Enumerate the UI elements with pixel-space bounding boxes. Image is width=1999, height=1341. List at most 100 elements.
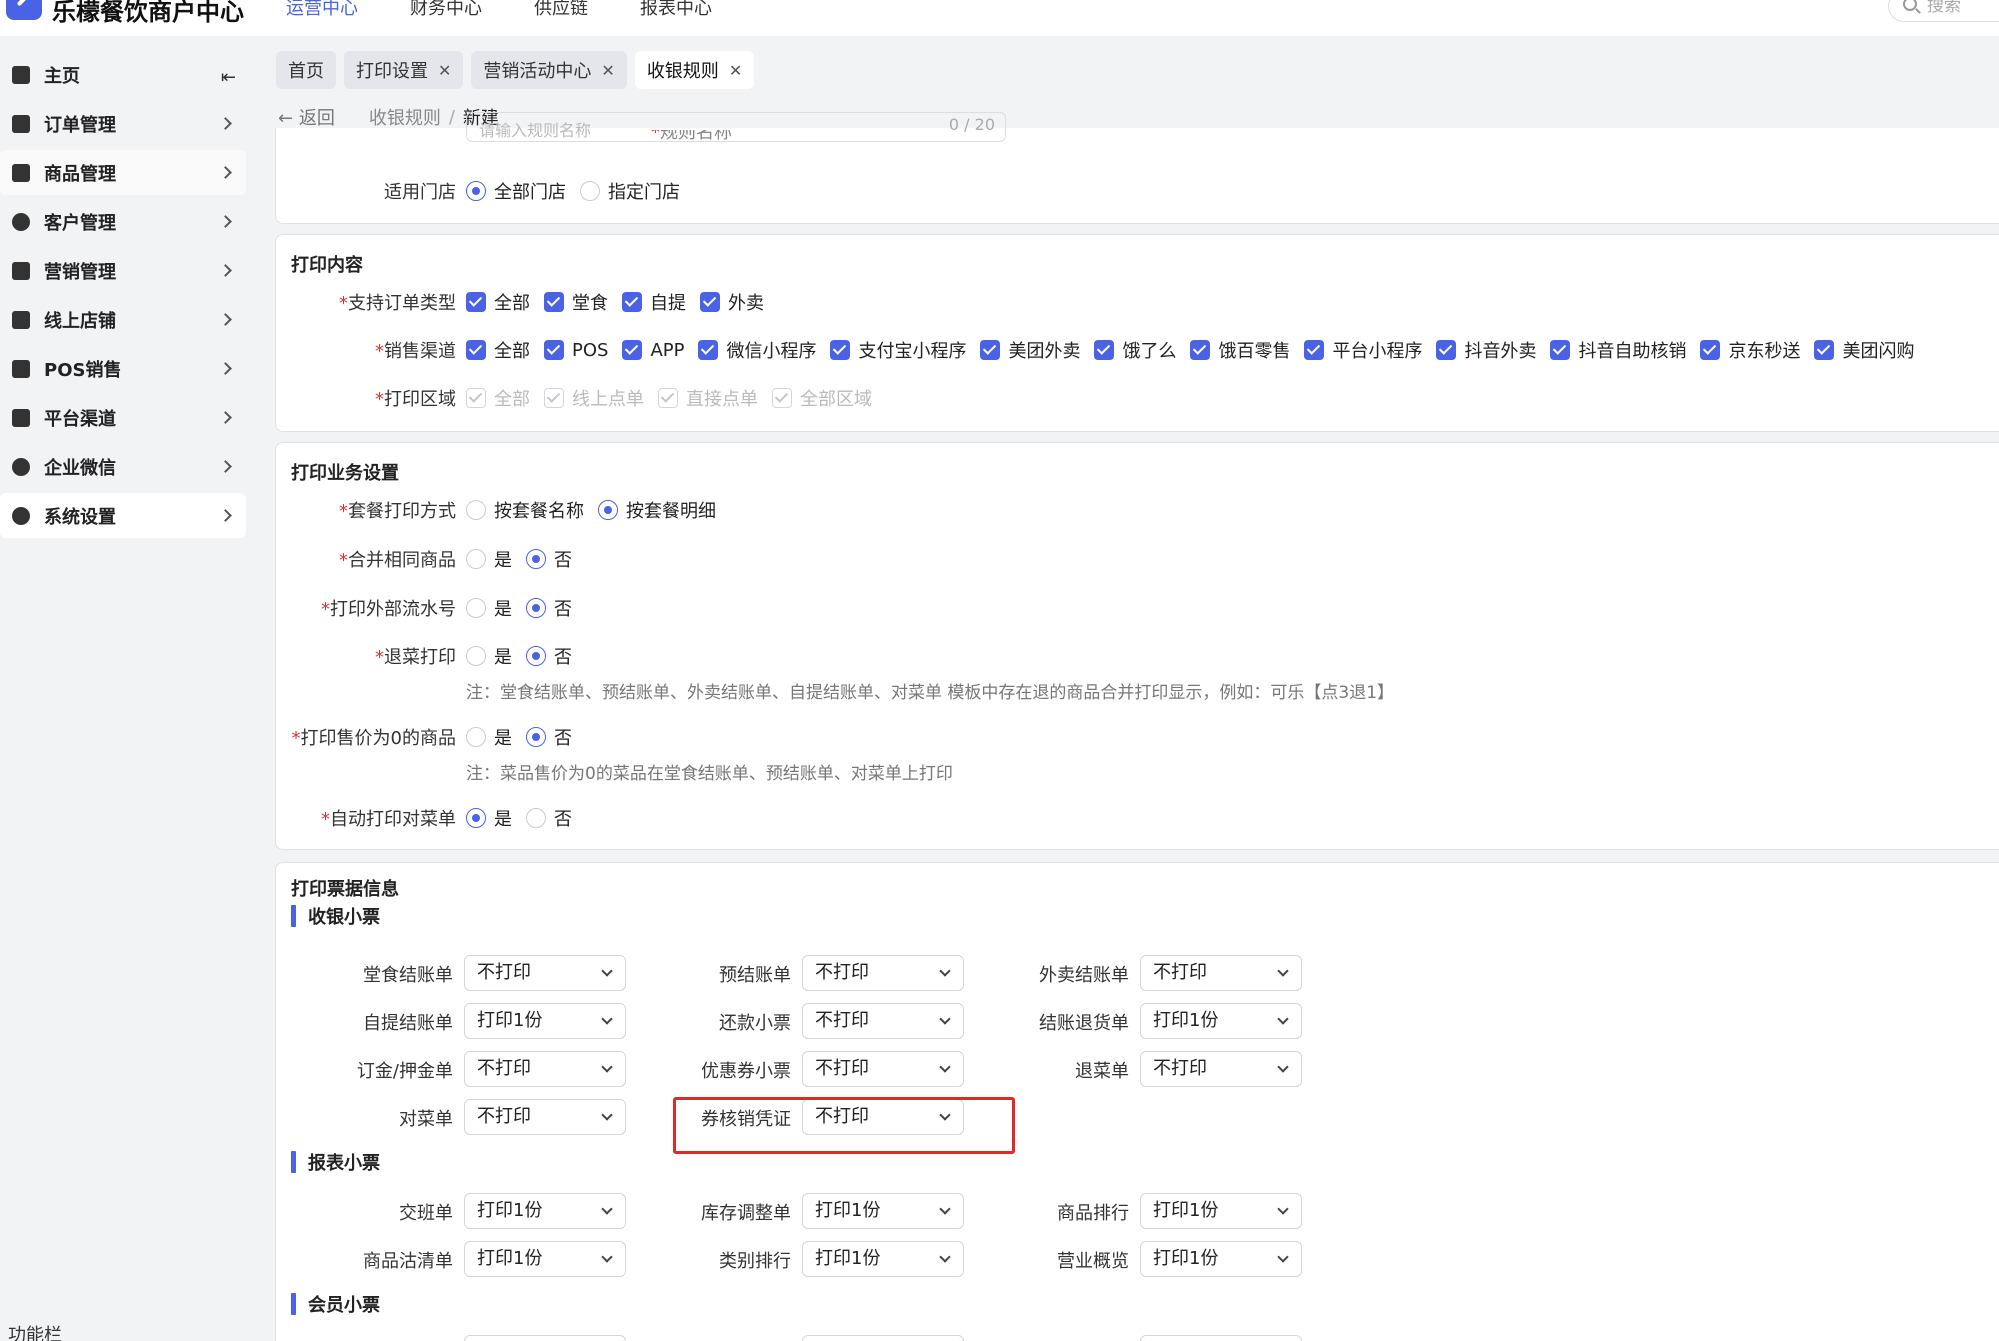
back-button[interactable]: ← 返回 bbox=[278, 104, 335, 130]
store-option-all[interactable]: 全部门店 bbox=[466, 178, 566, 204]
tab-home[interactable]: 首页 bbox=[276, 51, 336, 89]
option-no[interactable]: 否 bbox=[526, 643, 572, 669]
checkbox-checked[interactable] bbox=[1436, 340, 1457, 360]
sidebar-item-customers[interactable]: 客户管理 bbox=[0, 199, 246, 244]
checkbox-checked[interactable] bbox=[622, 292, 642, 312]
checkbox-checked[interactable] bbox=[466, 340, 486, 360]
option-no[interactable]: 否 bbox=[526, 724, 572, 750]
sidebar-item-wecom[interactable]: 企业微信 bbox=[0, 444, 246, 489]
tab-marketing-center[interactable]: 营销活动中心 ✕ bbox=[471, 51, 627, 89]
channel-option[interactable]: APP bbox=[622, 340, 684, 361]
combo-by-name[interactable]: 按套餐名称 bbox=[466, 497, 584, 523]
radio-checked[interactable] bbox=[526, 646, 546, 666]
channel-option[interactable]: 美团外卖 bbox=[980, 337, 1080, 363]
option-yes[interactable]: 是 bbox=[466, 595, 512, 621]
checkbox-checked[interactable] bbox=[980, 340, 1001, 360]
radio-checked[interactable] bbox=[598, 500, 618, 520]
function-bar-label[interactable]: 功能栏 bbox=[8, 1321, 62, 1341]
sidebar-item-marketing[interactable]: 营销管理 bbox=[0, 248, 246, 293]
ticket-label: 商品沽清单 bbox=[363, 1251, 453, 1272]
channel-option[interactable]: 微信小程序 bbox=[698, 337, 816, 363]
ticket-return-bill-select[interactable]: 打印1份 bbox=[1140, 1003, 1302, 1039]
sidebar-item-online-store[interactable]: 线上店铺 bbox=[0, 297, 246, 342]
option-no[interactable]: 否 bbox=[526, 805, 572, 831]
channel-option[interactable]: POS bbox=[544, 340, 608, 361]
checkbox-checked[interactable] bbox=[544, 340, 564, 360]
ticket-label: 外卖结账单 bbox=[1039, 965, 1129, 986]
rule-name-input[interactable]: 请输入规则名称 0 / 20 bbox=[466, 112, 1006, 142]
member-ticket-select[interactable] bbox=[802, 1335, 964, 1341]
checkbox-checked[interactable] bbox=[700, 292, 720, 312]
tab-print-settings[interactable]: 打印设置 ✕ bbox=[344, 51, 464, 89]
radio-unchecked[interactable] bbox=[526, 808, 546, 828]
member-ticket-select[interactable] bbox=[464, 1335, 626, 1341]
topnav-supply-chain[interactable]: 供应链 bbox=[534, 0, 588, 20]
checkbox-checked[interactable] bbox=[1814, 340, 1835, 360]
order-type-pickup[interactable]: 自提 bbox=[622, 289, 686, 315]
sidebar-item-goods[interactable]: 商品管理 bbox=[0, 150, 246, 195]
radio-unchecked[interactable] bbox=[466, 598, 486, 618]
channel-option[interactable]: 饿百零售 bbox=[1190, 337, 1290, 363]
sidebar-item-pos[interactable]: POS销售 bbox=[0, 346, 246, 391]
checkbox-checked[interactable] bbox=[622, 340, 643, 360]
option-yes[interactable]: 是 bbox=[466, 805, 512, 831]
ticket-goods-rank-select[interactable]: 打印1份 bbox=[1140, 1193, 1302, 1229]
ticket-delivery-bill-select[interactable]: 不打印 bbox=[1140, 955, 1302, 991]
auto-print-radio-group: 是 否 bbox=[466, 805, 586, 831]
sidebar-item-settings[interactable]: 系统设置 bbox=[0, 493, 246, 538]
tab-cashier-rules[interactable]: 收银规则 ✕ bbox=[634, 51, 755, 89]
sidebar-item-orders[interactable]: 订单管理 bbox=[0, 101, 246, 146]
close-icon[interactable]: ✕ bbox=[438, 61, 451, 80]
sidebar-item-platform[interactable]: 平台渠道 bbox=[0, 395, 246, 440]
radio-unchecked[interactable] bbox=[466, 727, 486, 747]
checkbox-checked[interactable] bbox=[544, 292, 564, 312]
order-type-dine-in[interactable]: 堂食 bbox=[544, 289, 608, 315]
checkbox-checked[interactable] bbox=[830, 340, 851, 360]
channel-option[interactable]: 抖音外卖 bbox=[1436, 337, 1536, 363]
topnav-operations[interactable]: 运营中心 bbox=[286, 0, 358, 20]
close-icon[interactable]: ✕ bbox=[729, 61, 742, 80]
radio-checked[interactable] bbox=[466, 181, 486, 201]
radio-unchecked[interactable] bbox=[466, 549, 486, 569]
radio-checked[interactable] bbox=[526, 549, 546, 569]
order-type-delivery[interactable]: 外卖 bbox=[700, 289, 764, 315]
radio-unchecked[interactable] bbox=[580, 181, 600, 201]
channel-option[interactable]: 饿了么 bbox=[1094, 337, 1176, 363]
store-option-specific[interactable]: 指定门店 bbox=[580, 178, 680, 204]
member-ticket-select[interactable] bbox=[1140, 1335, 1302, 1341]
search-input[interactable]: 搜索 bbox=[1888, 0, 1999, 22]
collapse-sidebar-icon[interactable]: ⇤ bbox=[221, 67, 236, 88]
checkbox-checked[interactable] bbox=[1094, 340, 1115, 360]
channel-option[interactable]: 京东秒送 bbox=[1700, 337, 1800, 363]
sidebar-item-home[interactable]: 主页 ⇤ bbox=[0, 52, 246, 97]
channel-option[interactable]: 美团闪购 bbox=[1814, 337, 1914, 363]
option-yes[interactable]: 是 bbox=[466, 546, 512, 572]
close-icon[interactable]: ✕ bbox=[601, 61, 614, 80]
radio-checked[interactable] bbox=[526, 727, 546, 747]
channel-option[interactable]: 支付宝小程序 bbox=[830, 337, 966, 363]
radio-checked[interactable] bbox=[466, 808, 486, 828]
option-no[interactable]: 否 bbox=[526, 546, 572, 572]
breadcrumb-parent[interactable]: 收银规则 bbox=[369, 104, 441, 130]
radio-unchecked[interactable] bbox=[466, 500, 486, 520]
channel-option[interactable]: 全部 bbox=[466, 337, 530, 363]
topnav-finance[interactable]: 财务中心 bbox=[410, 0, 482, 20]
option-yes[interactable]: 是 bbox=[466, 643, 512, 669]
checkbox-checked[interactable] bbox=[1550, 340, 1571, 360]
checkbox-checked[interactable] bbox=[466, 292, 486, 312]
checkbox-checked[interactable] bbox=[698, 340, 719, 360]
radio-checked[interactable] bbox=[526, 598, 546, 618]
ticket-overview-select[interactable]: 打印1份 bbox=[1140, 1241, 1302, 1277]
option-no[interactable]: 否 bbox=[526, 595, 572, 621]
option-yes[interactable]: 是 bbox=[466, 724, 512, 750]
ticket-refund-dish-select[interactable]: 不打印 bbox=[1140, 1051, 1302, 1087]
checkbox-checked[interactable] bbox=[1190, 340, 1211, 360]
topnav-reports[interactable]: 报表中心 bbox=[640, 0, 712, 20]
combo-by-detail[interactable]: 按套餐明细 bbox=[598, 497, 716, 523]
checkbox-checked[interactable] bbox=[1304, 340, 1325, 360]
channel-option[interactable]: 平台小程序 bbox=[1304, 337, 1422, 363]
radio-unchecked[interactable] bbox=[466, 646, 486, 666]
checkbox-checked[interactable] bbox=[1700, 340, 1721, 360]
channel-option[interactable]: 抖音自助核销 bbox=[1550, 337, 1686, 363]
order-type-all[interactable]: 全部 bbox=[466, 289, 530, 315]
